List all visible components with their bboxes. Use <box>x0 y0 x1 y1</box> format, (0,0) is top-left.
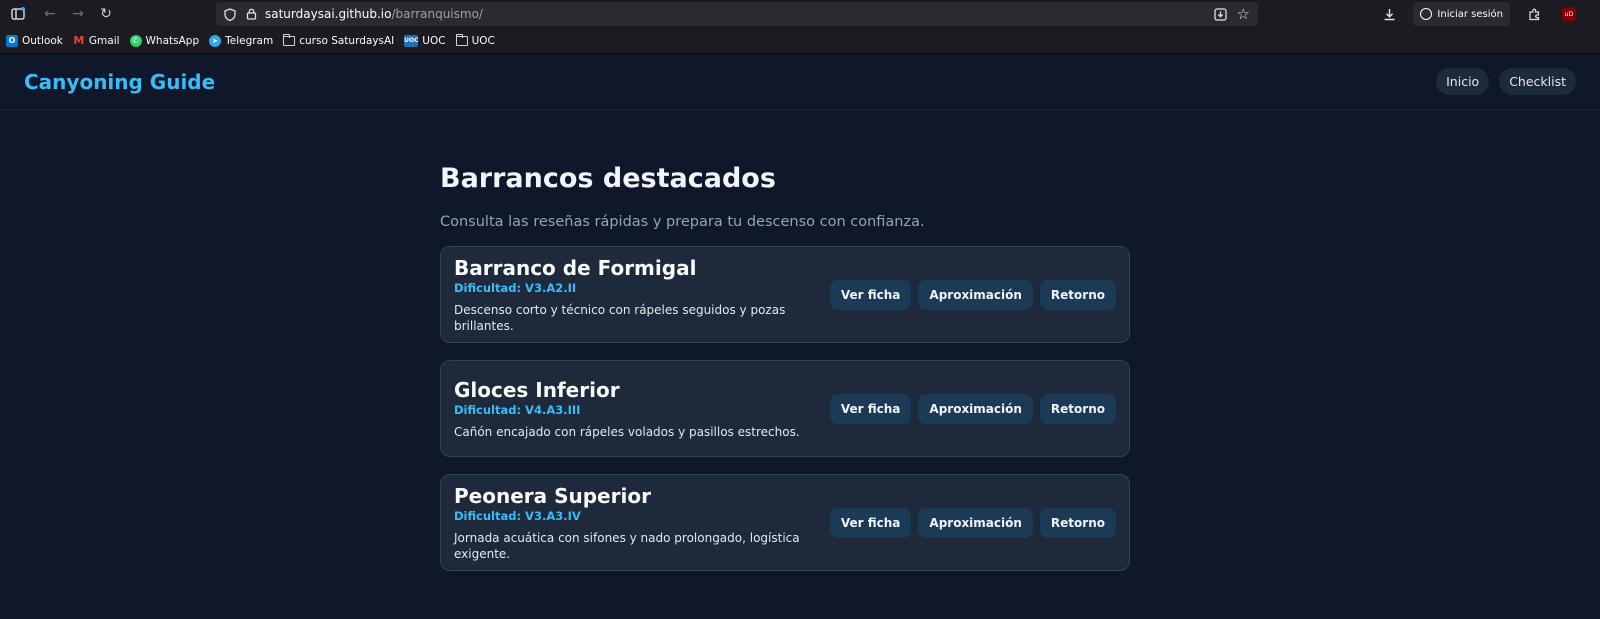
bookmark-label: UOC <box>471 34 495 47</box>
canyon-description: Jornada acuática con sifones y nado prol… <box>454 530 800 561</box>
canyon-actions: Ver ficha Aproximación Retorno <box>829 507 1116 538</box>
signin-button[interactable]: Iniciar sesión <box>1413 2 1510 26</box>
gmail-icon: M <box>73 34 85 47</box>
extensions-icon[interactable] <box>1520 0 1548 28</box>
account-icon <box>1420 8 1433 20</box>
canyon-name: Peonera Superior <box>454 483 651 508</box>
folder-icon <box>455 33 468 46</box>
main-nav: Inicio Checklist <box>1436 68 1576 95</box>
site-header: Canyoning Guide Inicio Checklist <box>0 54 1600 110</box>
canyon-actions: Ver ficha Aproximación Retorno <box>829 393 1116 424</box>
canyon-card: Gloces Inferior Dificultad: V4.A3.III Ca… <box>440 360 1130 457</box>
bookmarks-bar: O Outlook M Gmail ✆ WhatsApp ➤ Telegram … <box>0 28 1600 54</box>
whatsapp-icon: ✆ <box>129 34 142 47</box>
canyon-info: Peonera Superior Dificultad: V3.A3.IV Jo… <box>454 484 830 562</box>
view-sheet-button[interactable]: Ver ficha <box>829 279 912 310</box>
canyon-card: Peonera Superior Dificultad: V3.A3.IV Jo… <box>440 474 1130 571</box>
telegram-icon: ➤ <box>209 34 222 47</box>
signin-label: Iniciar sesión <box>1437 8 1503 20</box>
page-subtitle: Consulta las reseñas rápidas y prepara t… <box>440 214 925 230</box>
canyon-difficulty: Dificultad: V3.A3.IV <box>454 508 581 523</box>
approach-button[interactable]: Aproximación <box>918 507 1033 538</box>
canyon-description: Cañón encajado con rápeles volados y pas… <box>454 424 800 439</box>
ublock-icon[interactable]: uD <box>1562 7 1576 21</box>
url-host: saturdaysai.github.io <box>265 7 392 21</box>
view-sheet-button[interactable]: Ver ficha <box>829 507 912 538</box>
bookmark-label: Telegram <box>225 34 274 47</box>
bookmark-telegram[interactable]: ➤ Telegram <box>209 34 274 47</box>
return-button[interactable]: Retorno <box>1039 393 1116 424</box>
canyon-actions: Ver ficha Aproximación Retorno <box>829 279 1116 310</box>
nav-inicio[interactable]: Inicio <box>1436 68 1490 95</box>
bookmark-folder-uoc[interactable]: UOC <box>455 33 495 47</box>
url-path: /barranquismo/ <box>391 7 483 21</box>
bookmark-star-icon[interactable]: ☆ <box>1237 6 1250 21</box>
downloads-icon[interactable] <box>1375 0 1403 28</box>
canyon-name: Barranco de Formigal <box>454 255 697 280</box>
bookmark-label: curso SaturdaysAI <box>299 34 395 47</box>
approach-button[interactable]: Aproximación <box>918 393 1033 424</box>
nav-checklist[interactable]: Checklist <box>1499 68 1576 95</box>
outlook-icon: O <box>6 34 18 47</box>
lock-icon[interactable] <box>246 8 257 20</box>
main-content: Barrancos destacados Consulta las reseña… <box>440 110 1130 571</box>
back-arrow-icon[interactable]: ← <box>36 0 64 28</box>
browser-toolbar: ← → ↻ saturdaysai.github.io/barranquismo… <box>0 0 1600 28</box>
page-save-icon[interactable] <box>1213 7 1227 21</box>
approach-button[interactable]: Aproximación <box>918 279 1033 310</box>
address-bar[interactable]: saturdaysai.github.io/barranquismo/ ☆ <box>216 2 1258 26</box>
sidebar-toggle-icon[interactable] <box>4 0 32 28</box>
bookmark-uoc[interactable]: UOC UOC <box>404 34 446 47</box>
canyon-description: Descenso corto y técnico con rápeles seg… <box>454 302 786 333</box>
page-title: Barrancos destacados <box>440 163 776 194</box>
canyon-name: Gloces Inferior <box>454 377 620 402</box>
bookmark-folder-saturdaysai[interactable]: curso SaturdaysAI <box>283 33 395 47</box>
uoc-icon: UOC <box>404 34 418 47</box>
return-button[interactable]: Retorno <box>1039 279 1116 310</box>
bookmark-whatsapp[interactable]: ✆ WhatsApp <box>129 34 200 47</box>
return-button[interactable]: Retorno <box>1039 507 1116 538</box>
bookmark-label: Outlook <box>22 34 63 47</box>
canyon-info: Barranco de Formigal Dificultad: V3.A2.I… <box>454 256 830 334</box>
canyon-card: Barranco de Formigal Dificultad: V3.A2.I… <box>440 246 1130 343</box>
view-sheet-button[interactable]: Ver ficha <box>829 393 912 424</box>
bookmark-label: UOC <box>422 34 446 47</box>
canyon-difficulty: Dificultad: V4.A3.III <box>454 402 581 417</box>
bookmark-gmail[interactable]: M Gmail <box>73 34 120 47</box>
forward-arrow-icon[interactable]: → <box>64 0 92 28</box>
folder-icon <box>283 33 296 46</box>
canyon-difficulty: Dificultad: V3.A2.II <box>454 280 577 295</box>
shield-icon[interactable] <box>224 7 236 21</box>
bookmark-label: WhatsApp <box>145 34 200 47</box>
bookmark-label: Gmail <box>88 34 120 47</box>
bookmark-outlook[interactable]: O Outlook <box>6 34 63 47</box>
reload-icon[interactable]: ↻ <box>92 0 120 28</box>
canyon-info: Gloces Inferior Dificultad: V4.A3.III Ca… <box>454 378 830 440</box>
site-brand[interactable]: Canyoning Guide <box>24 70 215 94</box>
